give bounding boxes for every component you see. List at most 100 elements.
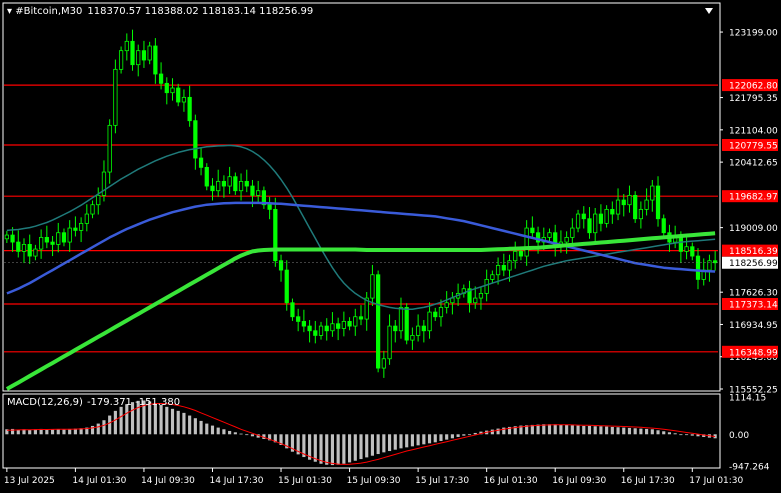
level-price-label: 120779.55	[729, 141, 778, 151]
macd-hist-bar	[393, 434, 397, 450]
candle-body	[684, 246, 689, 252]
candle-body	[421, 325, 426, 332]
candle-body	[547, 232, 552, 238]
macd-hist-bar	[473, 432, 477, 435]
macd-hist-bar	[656, 430, 660, 435]
macd-hist-bar	[376, 434, 380, 455]
candle-body	[10, 234, 15, 243]
candle-body	[324, 325, 329, 332]
candle-body	[90, 204, 95, 215]
candle-body	[581, 213, 586, 220]
macd-hist-bar	[582, 425, 586, 435]
price-tick-label: 121104.00	[729, 126, 778, 136]
candle-body	[204, 166, 209, 187]
candle-body	[278, 260, 284, 271]
macd-hist-bar	[68, 428, 72, 435]
macd-hist-bar	[536, 424, 540, 435]
candle-body	[307, 325, 312, 332]
macd-hist-bar	[90, 425, 95, 435]
macd-hist-bar	[645, 428, 649, 435]
macd-hist-bar	[416, 434, 420, 446]
candle-body	[393, 325, 398, 332]
candle-body	[644, 199, 649, 210]
chart-canvas[interactable]: 123199.00 121795.35 121104.00 120412.65 1190…	[0, 0, 781, 489]
time-tick-label: 14 Jul 17:30	[209, 476, 263, 486]
macd-hist-bar	[348, 434, 352, 463]
chart-header: ▾ #Bitcoin,M30 118370.57 118388.02 118183…	[7, 6, 313, 17]
macd-hist-bar	[50, 429, 55, 435]
macd-hist-bar	[685, 434, 689, 436]
candle-body	[501, 265, 506, 271]
macd-hist-bar	[353, 434, 357, 461]
macd-hist-bar	[319, 434, 323, 464]
candle-body	[336, 323, 341, 329]
macd-hist-bar	[182, 412, 186, 435]
time-axis[interactable]: 13 Jul 2025 14 Jul 01:30 14 Jul 09:30 14 Ju…	[4, 468, 744, 486]
candle-body	[313, 330, 318, 336]
candle-body	[627, 194, 632, 206]
candle-body	[587, 218, 592, 234]
candle-body	[650, 185, 655, 201]
candle-body	[153, 45, 158, 75]
candle-body	[678, 236, 683, 252]
macd-values: -179.371 -151.380	[87, 397, 180, 408]
macd-hist-bar	[205, 423, 209, 435]
candle-body	[404, 307, 409, 341]
macd-hist-bar	[313, 434, 317, 462]
candle-body	[530, 227, 535, 234]
candle-body	[141, 50, 147, 61]
candle-body	[113, 68, 118, 126]
macd-hist-bar	[199, 420, 203, 435]
candle-body	[130, 40, 135, 66]
macd-hist-bar	[28, 429, 32, 435]
price-tick-label: 121795.35	[729, 94, 778, 104]
macd-hist-bar	[627, 427, 632, 435]
candle-body	[330, 323, 335, 332]
candle-body	[353, 316, 358, 327]
candle-body	[44, 236, 49, 243]
candle-body	[107, 124, 112, 173]
macd-hist-bar	[188, 415, 192, 435]
macd-hist-bar	[125, 404, 129, 435]
candle-body	[604, 208, 609, 224]
candle-body	[416, 325, 421, 336]
time-tick-label: 16 Jul 17:30	[621, 476, 675, 486]
main-plot-frame	[2, 2, 721, 392]
candle-body	[227, 176, 232, 187]
candle-body	[495, 265, 501, 276]
macd-hist-bar	[462, 434, 466, 436]
macd-hist-bar	[359, 434, 363, 460]
macd-tick-label: 0.00	[729, 431, 749, 441]
macd-header: MACD(12,26,9) -179.371 -151.380	[7, 397, 180, 408]
moving-averages	[5, 144, 716, 391]
candle-body	[176, 87, 181, 103]
chart-shift-icon[interactable]	[705, 8, 713, 14]
candle-body	[136, 50, 141, 66]
candle-body	[387, 325, 392, 360]
candle-body	[96, 194, 101, 206]
current-price-label: 118256.99	[729, 259, 778, 269]
ma-fast-line	[6, 144, 716, 311]
macd-hist-bar	[565, 424, 569, 435]
trading-chart[interactable]: 123199.00 121795.35 121104.00 120412.65 1190…	[0, 0, 781, 489]
candle-body	[490, 274, 495, 280]
time-tick-label: 13 Jul 2025	[4, 476, 55, 486]
macd-hist-bar	[673, 433, 677, 435]
candle-body	[210, 185, 215, 192]
candle-body	[478, 293, 484, 299]
candle-body	[267, 204, 272, 210]
macd-hist-bar	[113, 410, 117, 435]
level-price-label: 119682.97	[729, 193, 778, 203]
macd-hist-bar	[228, 430, 232, 435]
candle-body	[216, 180, 221, 192]
candle-body	[695, 255, 701, 280]
level-price-label: 118516.39	[729, 247, 778, 257]
macd-hist-bar	[119, 406, 123, 435]
candle-body	[707, 260, 712, 271]
macd-hist-bar	[610, 426, 614, 435]
candle-body	[524, 227, 529, 257]
macd-hist-bar	[542, 424, 546, 435]
candle-body	[713, 260, 718, 264]
macd-hist-bar	[553, 424, 557, 435]
macd-hist-bar	[245, 434, 249, 436]
